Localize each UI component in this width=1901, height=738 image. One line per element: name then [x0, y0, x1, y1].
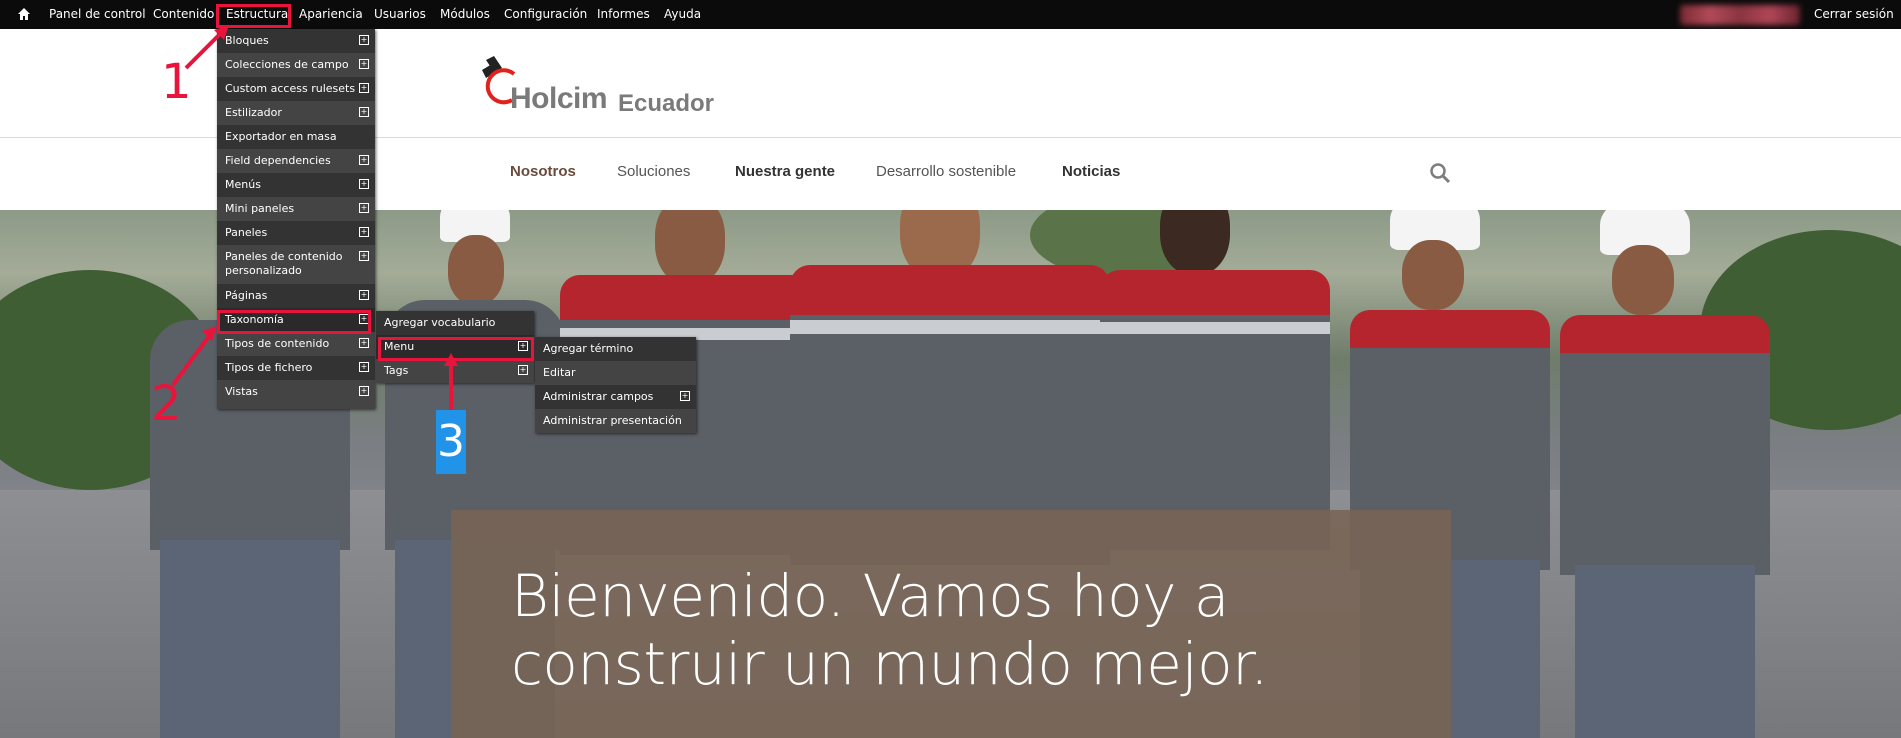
nav-desarrollo-sostenible[interactable]: Desarrollo sostenible — [876, 163, 1016, 180]
menu-item-label: Tipos de contenido — [225, 337, 330, 350]
menu-item-label: Colecciones de campo — [225, 58, 349, 71]
expand-icon: + — [359, 227, 369, 237]
expand-icon: + — [359, 290, 369, 300]
menu-item-paneles-de-contenido-personalizado[interactable]: Paneles de contenido personalizado + — [217, 245, 375, 284]
menu-item-label: Agregar vocabulario — [384, 316, 496, 329]
toolbar-item-configuracion[interactable]: Configuración — [504, 0, 587, 29]
menu-item-label: Editar — [543, 366, 576, 379]
logo-country: Ecuador — [618, 90, 715, 117]
nav-soluciones[interactable]: Soluciones — [617, 163, 690, 180]
menu-item-paneles[interactable]: Paneles + — [217, 221, 375, 245]
nav-nosotros[interactable]: Nosotros — [510, 163, 576, 180]
annotation-box-menu — [378, 337, 534, 361]
nav-nuestra-gente[interactable]: Nuestra gente — [735, 163, 835, 180]
toolbar-item-usuarios[interactable]: Usuarios — [374, 0, 426, 29]
menu-item-label: Administrar presentación — [543, 414, 682, 427]
menu-item-estilizador[interactable]: Estilizador + — [217, 101, 375, 125]
structure-dropdown-menu: Bloques + Colecciones de campo + Custom ac… — [217, 29, 375, 409]
menu-item-paginas[interactable]: Páginas + — [217, 284, 375, 308]
expand-icon: + — [680, 391, 690, 401]
username-redacted[interactable] — [1680, 5, 1800, 25]
toolbar-item-modulos[interactable]: Módulos — [440, 0, 490, 29]
menu-item-tipos-de-contenido[interactable]: Tipos de contenido + — [217, 332, 375, 356]
menu-item-administrar-campos[interactable]: Administrar campos + — [535, 385, 696, 409]
menu-item-label: Vistas — [225, 385, 258, 398]
menu-item-field-dependencies[interactable]: Field dependencies + — [217, 149, 375, 173]
menu-item-label: Paneles — [225, 226, 268, 239]
menu-item-mini-paneles[interactable]: Mini paneles + — [217, 197, 375, 221]
expand-icon: + — [359, 35, 369, 45]
menu-item-label: Tipos de fichero — [225, 361, 313, 374]
toolbar-item-informes[interactable]: Informes — [597, 0, 650, 29]
menu-item-label: Field dependencies — [225, 154, 331, 167]
expand-icon: + — [359, 155, 369, 165]
menu-item-label: Administrar campos — [543, 390, 654, 403]
menu-item-editar[interactable]: Editar — [535, 361, 696, 385]
menu-item-administrar-presentacion[interactable]: Administrar presentación — [535, 409, 696, 433]
hero-heading-line-2: construir un mundo mejor. — [511, 630, 1269, 698]
expand-icon: + — [359, 107, 369, 117]
annotation-box-estructura — [216, 4, 291, 28]
menu-item-label: Menús — [225, 178, 261, 191]
expand-icon: + — [359, 386, 369, 396]
site-logo[interactable]: Holcim Ecuador — [478, 54, 728, 124]
expand-icon: + — [359, 251, 369, 261]
expand-icon: + — [359, 338, 369, 348]
menu-item-label: Bloques — [225, 34, 269, 47]
menu-item-label: Estilizador — [225, 106, 282, 119]
logo-wordmark: Holcim — [510, 82, 608, 115]
menu-item-bloques[interactable]: Bloques + — [217, 29, 375, 53]
menu-item-tags[interactable]: Tags + — [376, 359, 534, 383]
toolbar-item-panel-de-control[interactable]: Panel de control — [49, 0, 146, 29]
menu-item-agregar-vocabulario[interactable]: Agregar vocabulario — [376, 311, 534, 335]
menu-item-agregar-termino[interactable]: Agregar término — [535, 337, 696, 361]
annotation-number-3: 3 — [436, 410, 466, 474]
annotation-number-2: 2 — [151, 376, 182, 432]
menu-vocabulary-submenu: Agregar término Editar Administrar campo… — [535, 337, 696, 433]
menu-item-menus[interactable]: Menús + — [217, 173, 375, 197]
menu-item-label: Paneles de contenido personalizado — [225, 250, 343, 277]
menu-item-label: Custom access rulesets — [225, 82, 356, 95]
menu-item-colecciones-de-campo[interactable]: Colecciones de campo + — [217, 53, 375, 77]
toolbar-item-ayuda[interactable]: Ayuda — [664, 0, 701, 29]
menu-item-label: Exportador en masa — [225, 130, 337, 143]
menu-item-label: Páginas — [225, 289, 268, 302]
annotation-number-1: 1 — [161, 54, 192, 110]
annotation-box-taxonomia — [217, 310, 371, 334]
menu-item-label: Tags — [384, 364, 409, 377]
toolbar-item-apariencia[interactable]: Apariencia — [299, 0, 363, 29]
menu-item-custom-access-rulesets[interactable]: Custom access rulesets + — [217, 77, 375, 101]
menu-item-vistas[interactable]: Vistas + — [217, 380, 375, 409]
toolbar-item-contenido[interactable]: Contenido — [153, 0, 214, 29]
nav-noticias[interactable]: Noticias — [1062, 163, 1120, 180]
expand-icon: + — [359, 59, 369, 69]
menu-item-label: Agregar término — [543, 342, 634, 355]
hero-heading-line-1: Bienvenido. Vamos hoy a — [511, 562, 1229, 630]
expand-icon: + — [359, 179, 369, 189]
logout-link[interactable]: Cerrar sesión — [1814, 0, 1894, 29]
expand-icon: + — [359, 83, 369, 93]
menu-item-label: Mini paneles — [225, 202, 295, 215]
menu-item-exportador-en-masa[interactable]: Exportador en masa — [217, 125, 375, 149]
home-icon[interactable] — [16, 6, 32, 22]
expand-icon: + — [359, 362, 369, 372]
hero-caption-box: Bienvenido. Vamos hoy a construir un mun… — [451, 510, 1451, 738]
expand-icon: + — [359, 203, 369, 213]
search-icon[interactable] — [1429, 162, 1451, 184]
menu-item-tipos-de-fichero[interactable]: Tipos de fichero + — [217, 356, 375, 380]
expand-icon: + — [518, 365, 528, 375]
